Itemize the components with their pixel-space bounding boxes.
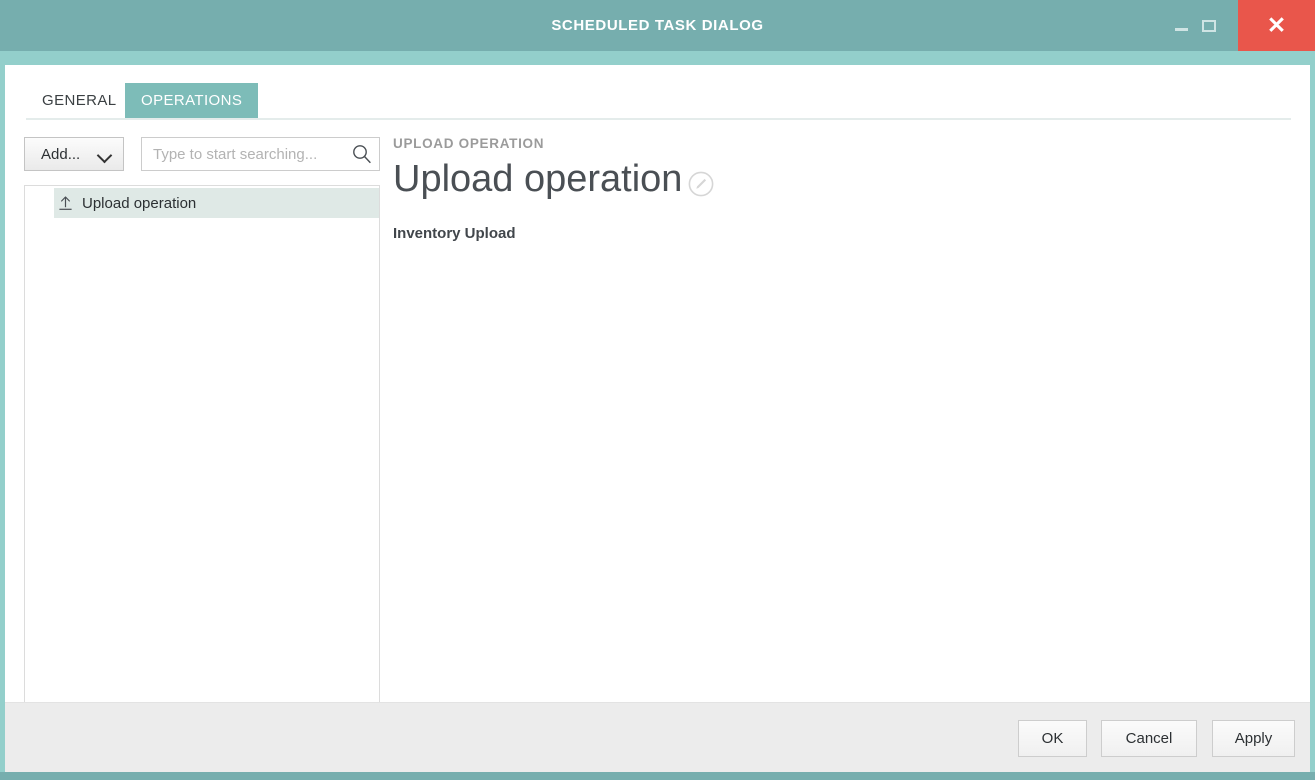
scheduled-task-dialog-window: SCHEDULED TASK DIALOG ✕ GENERAL OPERATIO… <box>0 0 1315 780</box>
maximize-icon <box>1202 19 1216 32</box>
tab-operations[interactable]: OPERATIONS <box>125 83 259 119</box>
detail-title-row: Upload operation <box>393 157 1293 200</box>
maximize-button[interactable] <box>1189 0 1229 51</box>
add-button-label: Add... <box>41 145 81 163</box>
search-icon[interactable] <box>351 143 373 165</box>
title-bar: SCHEDULED TASK DIALOG ✕ <box>0 0 1315 51</box>
cancel-button[interactable]: Cancel <box>1101 720 1197 757</box>
upload-icon <box>57 195 74 212</box>
chevron-down-icon <box>96 147 113 164</box>
window-frame-right <box>1310 65 1315 780</box>
window-frame-bottom <box>0 772 1315 780</box>
close-button[interactable]: ✕ <box>1238 0 1315 51</box>
tab-general[interactable]: GENERAL <box>26 83 133 119</box>
tab-underline <box>26 118 1291 120</box>
page-title: Upload operation <box>393 157 683 200</box>
detail-subtitle: Inventory Upload <box>393 225 516 243</box>
window-title: SCHEDULED TASK DIALOG <box>551 17 764 34</box>
dialog-body: GENERAL OPERATIONS Add... Type to start … <box>5 65 1310 753</box>
list-item[interactable]: Upload operation <box>54 188 379 218</box>
detail-panel: UPLOAD OPERATION Upload operation Invent… <box>393 137 1293 242</box>
search-input[interactable] <box>151 138 349 170</box>
minimize-icon <box>1174 28 1188 31</box>
operations-list[interactable]: Upload operation <box>24 185 380 753</box>
apply-button[interactable]: Apply <box>1212 720 1295 757</box>
tab-strip: GENERAL OPERATIONS <box>5 83 1310 121</box>
edit-pencil-icon[interactable] <box>688 171 714 197</box>
ok-button[interactable]: OK <box>1018 720 1087 757</box>
add-button[interactable]: Add... <box>24 137 124 171</box>
detail-eyebrow: UPLOAD OPERATION <box>393 136 545 151</box>
dialog-footer: OK Cancel Apply <box>5 702 1310 772</box>
search-box[interactable] <box>141 137 380 171</box>
list-item-label: Upload operation <box>82 194 197 212</box>
title-accent-strip <box>0 51 1315 65</box>
close-icon: ✕ <box>1266 12 1287 38</box>
